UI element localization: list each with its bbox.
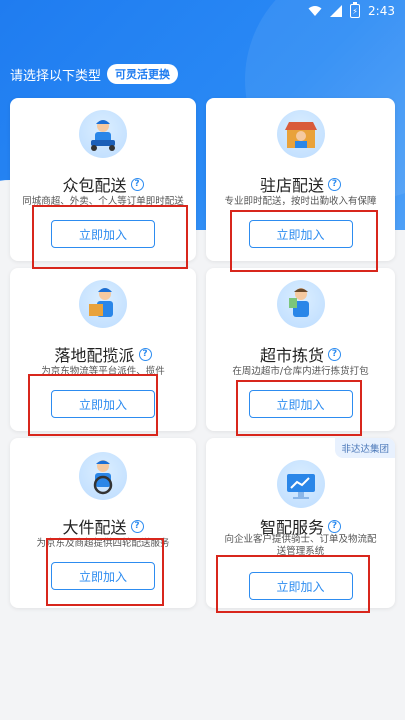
card-title-row: 大件配送 ? [10,514,196,538]
prompt-row: 请选择以下类型 可灵活更换 [10,64,179,84]
status-time: 2:43 [368,4,395,18]
card-title-row: 超市拣货 ? [206,342,395,366]
card-description: 在周边超市/仓库内进行拣货打包 [232,366,369,377]
help-icon[interactable]: ? [328,519,341,533]
status-bar: ⚡ 2:43 [0,0,405,22]
highlight-box [230,210,378,272]
prompt-text: 请选择以下类型 [10,68,102,84]
driver-steering-icon [79,452,127,500]
help-icon[interactable]: ? [130,519,144,533]
courier-scooter-icon [79,110,127,158]
card-title-row: 驻店配送 ? [206,172,395,196]
card-title-row: 落地配揽派 ? [10,342,196,366]
battery-icon: ⚡ [350,2,361,18]
card-description: 专业即时配送，按时出勤收入有保障 [224,196,377,207]
signal-icon [330,5,343,17]
non-dada-group-tag: 非达达集团 [335,438,395,458]
card-title: 超市拣货 [259,346,324,365]
parcel-courier-icon [79,280,127,328]
monitor-icon [276,460,325,508]
battery-charge-glyph: ⚡ [352,6,358,16]
card-title: 驻店配送 [259,176,324,195]
wifi-icon [308,5,322,17]
highlight-box [32,205,188,269]
card-title: 落地配揽派 [54,346,135,365]
highlight-box [236,380,362,436]
help-icon[interactable]: ? [138,347,152,361]
picker-icon [276,280,325,328]
highlight-box [46,538,164,606]
card-title: 众包配送 [62,176,127,195]
help-icon[interactable]: ? [130,177,144,191]
help-icon[interactable]: ? [328,177,341,191]
card-title-row: 众包配送 ? [10,172,196,196]
store-courier-icon [276,110,325,158]
highlight-box [216,555,370,613]
flexible-change-badge: 可灵活更换 [107,64,179,84]
help-icon[interactable]: ? [328,347,341,361]
highlight-box [28,374,158,436]
card-title: 大件配送 [62,518,127,537]
